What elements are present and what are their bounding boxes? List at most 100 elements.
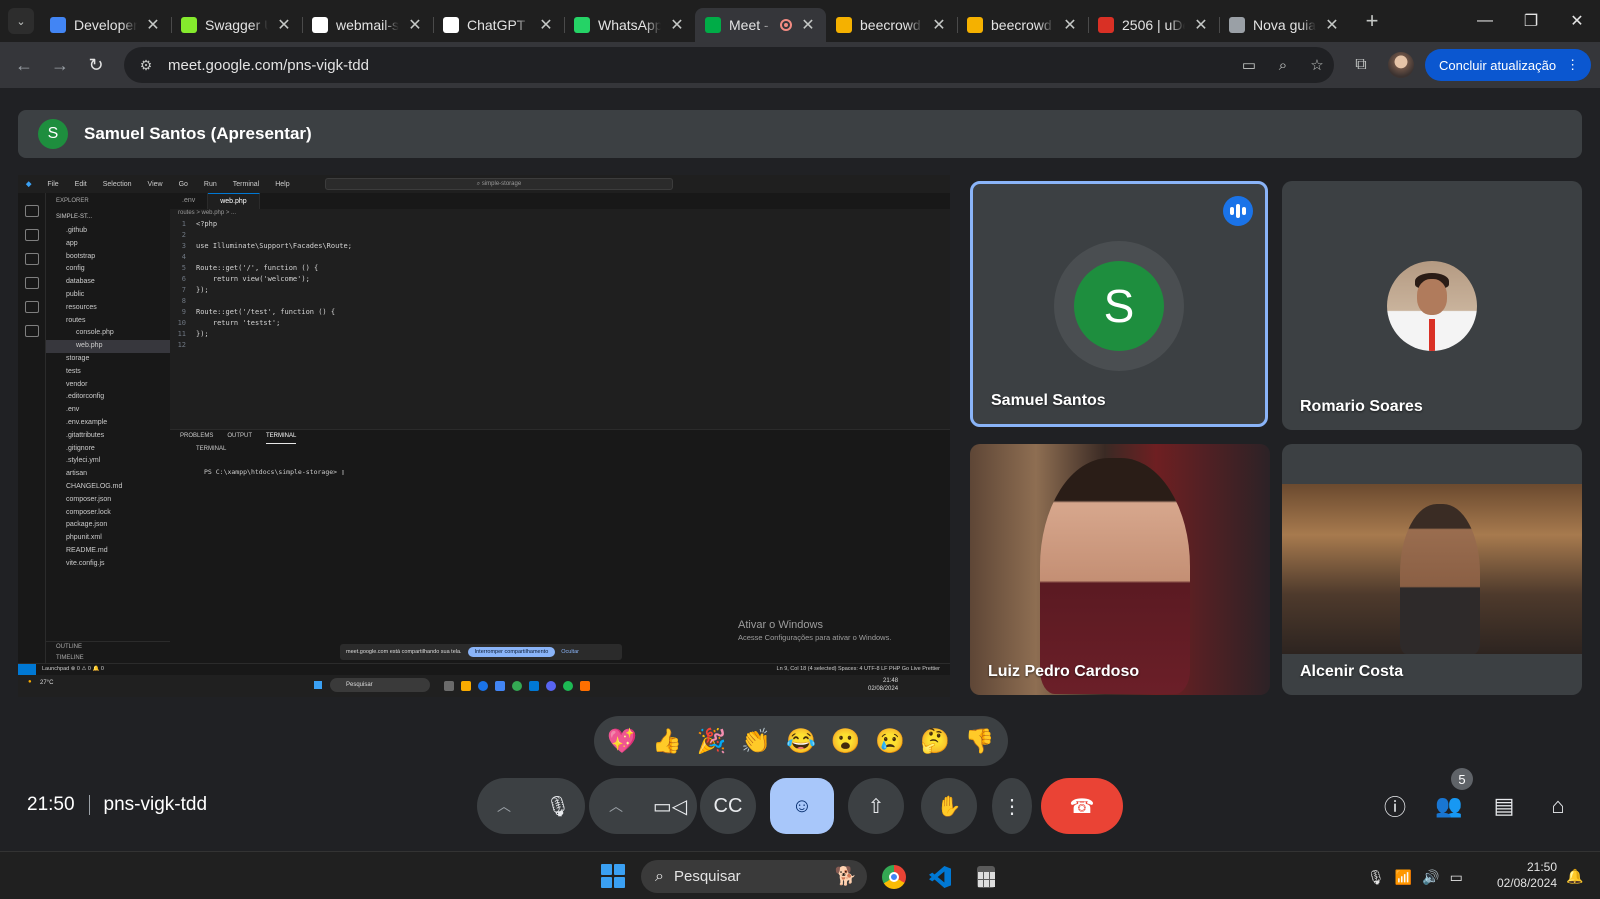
mini-folder-icon	[461, 681, 471, 691]
close-tab-icon[interactable]: ✕	[1324, 15, 1340, 35]
code-text: Route::get('/', function () {	[196, 264, 319, 272]
raise-hand-button[interactable]: ✋	[921, 778, 977, 834]
address-bar[interactable]: ⚙ meet.google.com/pns-vigk-tdd ▭ ⌕ ☆	[124, 47, 1334, 83]
volume-icon[interactable]: 🔊	[1422, 869, 1439, 886]
mic-options-chevron-icon[interactable]: ︿	[477, 778, 531, 834]
microphone-icon[interactable]: 🎙	[531, 778, 585, 834]
udebug-icon	[1098, 17, 1114, 33]
reactions-button[interactable]: ☺	[770, 778, 834, 834]
bookmark-star-icon[interactable]: ☆	[1300, 56, 1334, 74]
vscode-taskbar-icon[interactable]	[922, 860, 958, 894]
reaction-emoji[interactable]: 🎉	[697, 727, 727, 756]
tile-alcenir-costa[interactable]: Alcenir Costa	[1282, 444, 1582, 695]
new-tab-button[interactable]: +	[1358, 8, 1386, 34]
meet-icon	[705, 17, 721, 33]
tile-samuel-santos[interactable]: S Samuel Santos	[970, 181, 1268, 427]
tab-title: Swagger U	[205, 17, 268, 33]
reaction-emoji[interactable]: 😮	[831, 727, 861, 756]
battery-icon[interactable]: ▭	[1450, 869, 1463, 886]
site-info-icon[interactable]: ⚙	[130, 57, 162, 74]
vscode-statusbar: Launchpad ⊗ 0 ⚠ 0 🔔 0 Ln 9, Col 18 (4 se…	[18, 663, 950, 675]
close-tab-icon[interactable]: ✕	[931, 15, 947, 35]
tab-title: Developer	[74, 17, 137, 33]
update-button[interactable]: Concluir atualização ⋮	[1425, 49, 1592, 81]
camera-icon[interactable]: ▭◁	[643, 778, 697, 834]
wifi-icon[interactable]: 📶	[1395, 869, 1412, 886]
more-vert-icon: ⋮	[1002, 795, 1022, 818]
reaction-emoji[interactable]: 😂	[786, 727, 816, 756]
toolbar-right: ⧉ Concluir atualização ⋮	[1345, 47, 1592, 83]
mic-tray-icon[interactable]: 🎙	[1367, 869, 1385, 886]
activities-icon[interactable]: ⌂	[1540, 788, 1576, 824]
start-menu-icon[interactable]	[601, 864, 625, 888]
close-tab-icon[interactable]: ✕	[145, 15, 161, 35]
reaction-emoji[interactable]: 😢	[875, 727, 905, 756]
webmail-icon	[312, 17, 328, 33]
reaction-emoji[interactable]: 👏	[741, 727, 771, 756]
url-text[interactable]: meet.google.com/pns-vigk-tdd	[168, 57, 1232, 74]
shared-screen[interactable]: ◆ File Edit Selection View Go Run Terminal Help…	[18, 175, 950, 697]
camera-indicator-icon[interactable]: ▭	[1232, 56, 1266, 74]
vscode-menu-item: Edit	[74, 180, 87, 188]
browser-tab[interactable]: Developer ✕	[40, 8, 171, 42]
close-tab-icon[interactable]: ✕	[407, 15, 423, 35]
chat-icon[interactable]: ▤	[1486, 788, 1522, 824]
more-options-button[interactable]: ⋮	[992, 778, 1032, 834]
browser-tab[interactable]: Meet - ✕	[695, 8, 826, 42]
browser-tab[interactable]: beecrowd ✕	[957, 8, 1088, 42]
explorer-file: README.md	[66, 546, 108, 554]
remote-icon	[25, 325, 39, 337]
explorer-file: .env.example	[66, 418, 108, 426]
tab-title: Meet -	[729, 17, 769, 33]
tile-romario-soares[interactable]: Romario Soares	[1282, 181, 1582, 430]
close-window-icon[interactable]: ✕	[1554, 0, 1600, 42]
editor-tab: web.php	[208, 193, 260, 209]
close-tab-icon[interactable]: ✕	[538, 15, 554, 35]
profile-avatar[interactable]	[1385, 49, 1417, 81]
calculator-taskbar-icon[interactable]	[968, 860, 1004, 894]
meeting-details-icon[interactable]: ⓘ	[1377, 788, 1413, 824]
tab-search-button[interactable]: ⌄	[8, 8, 34, 34]
project-title: SIMPLE-ST...	[56, 214, 93, 220]
close-tab-icon[interactable]: ✕	[1193, 15, 1209, 35]
people-icon[interactable]: 👥	[1431, 788, 1467, 824]
camera-options-chevron-icon[interactable]: ︿	[589, 778, 643, 834]
close-tab-icon[interactable]: ✕	[276, 15, 292, 35]
reaction-emoji[interactable]: 👎	[965, 727, 995, 756]
panel-tab: PROBLEMS	[180, 433, 214, 439]
zoom-icon[interactable]: ⌕	[1266, 57, 1300, 74]
extensions-icon[interactable]: ⧉	[1345, 49, 1377, 81]
back-icon[interactable]: ←	[6, 47, 42, 83]
leave-call-button[interactable]: ☎	[1041, 778, 1123, 834]
present-button[interactable]: ⇧	[848, 778, 904, 834]
browser-tab[interactable]: Nova guia ✕	[1219, 8, 1350, 42]
taskbar-search[interactable]: ⌕ Pesquisar 🐕	[641, 860, 867, 893]
forward-icon[interactable]: →	[42, 47, 78, 83]
browser-tab[interactable]: 2506 | uDe ✕	[1088, 8, 1219, 42]
taskbar-search-label: Pesquisar	[673, 868, 741, 885]
taskbar-clock[interactable]: 21:50 02/08/2024	[1487, 859, 1557, 891]
reaction-emoji[interactable]: 💖	[607, 727, 637, 756]
close-tab-icon[interactable]: ✕	[1062, 15, 1078, 35]
reaction-emoji[interactable]: 🤔	[920, 727, 950, 756]
terminal-prompt: PS C:\xampp\htdocs\simple-storage> ▯	[204, 468, 345, 476]
browser-tab[interactable]: Swagger U ✕	[171, 8, 302, 42]
browser-tab[interactable]: beecrowd ✕	[826, 8, 957, 42]
close-tab-icon[interactable]: ✕	[669, 15, 685, 35]
browser-tab[interactable]: webmail-s ✕	[302, 8, 433, 42]
code-line: 10 return 'testst';	[170, 318, 950, 329]
browser-tab[interactable]: ChatGPT ✕	[433, 8, 564, 42]
browser-tab[interactable]: WhatsApp ✕	[564, 8, 695, 42]
status-right: Ln 9, Col 18 (4 selected) Spaces: 4 UTF-…	[776, 666, 940, 672]
captions-button[interactable]: CC	[700, 778, 756, 834]
line-number: 3	[181, 242, 186, 250]
notification-bell-icon[interactable]: 🔔	[1566, 868, 1583, 885]
restore-icon[interactable]: ❐	[1508, 0, 1554, 42]
chrome-taskbar-icon[interactable]	[876, 860, 912, 894]
reaction-emoji[interactable]: 👍	[652, 727, 682, 756]
tile-luiz-pedro-cardoso[interactable]: Luiz Pedro Cardoso	[970, 444, 1270, 695]
reload-icon[interactable]: ↻	[78, 47, 114, 83]
code-line: 6 return view('welcome');	[170, 274, 950, 285]
close-tab-icon[interactable]: ✕	[800, 15, 816, 35]
minimize-icon[interactable]: —	[1462, 0, 1508, 42]
